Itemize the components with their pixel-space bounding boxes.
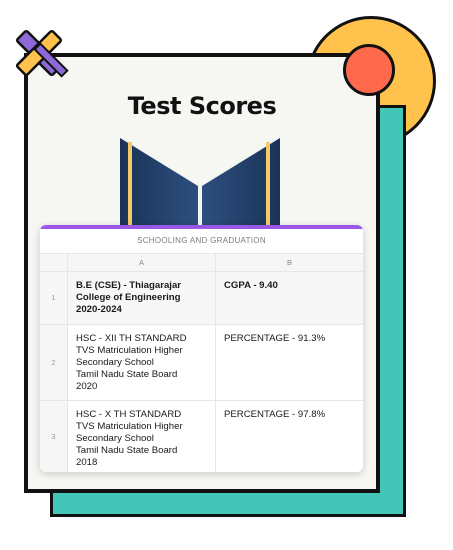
page-title: Test Scores (127, 92, 277, 120)
table-cell[interactable]: HSC - XII TH STANDARD TVS Matriculation … (68, 324, 216, 400)
column-header-b[interactable]: B (216, 253, 363, 271)
column-header-a[interactable]: A (68, 253, 216, 271)
corner-header (40, 253, 68, 271)
open-book-icon (120, 138, 280, 232)
table-cell[interactable]: HSC - X TH STANDARD TVS Matriculation Hi… (68, 400, 216, 472)
row-number[interactable]: 1 (40, 271, 68, 324)
sheet-grid: A B 1 B.E (CSE) - Thiagarajar College of… (40, 253, 363, 472)
row-number[interactable]: 3 (40, 400, 68, 472)
row-number[interactable]: 2 (40, 324, 68, 400)
table-cell[interactable]: PERCENTAGE - 97.8% (216, 400, 363, 472)
red-circle-decoration (343, 44, 395, 96)
table-cell[interactable]: CGPA - 9.40 (216, 271, 363, 324)
scores-sheet: SCHOOLING AND GRADUATION A B 1 B.E (CSE)… (40, 225, 363, 472)
cross-sparkle-icon (15, 29, 69, 78)
sheet-title: SCHOOLING AND GRADUATION (137, 236, 266, 245)
table-cell[interactable]: B.E (CSE) - Thiagarajar College of Engin… (68, 271, 216, 324)
table-cell[interactable]: PERCENTAGE - 91.3% (216, 324, 363, 400)
